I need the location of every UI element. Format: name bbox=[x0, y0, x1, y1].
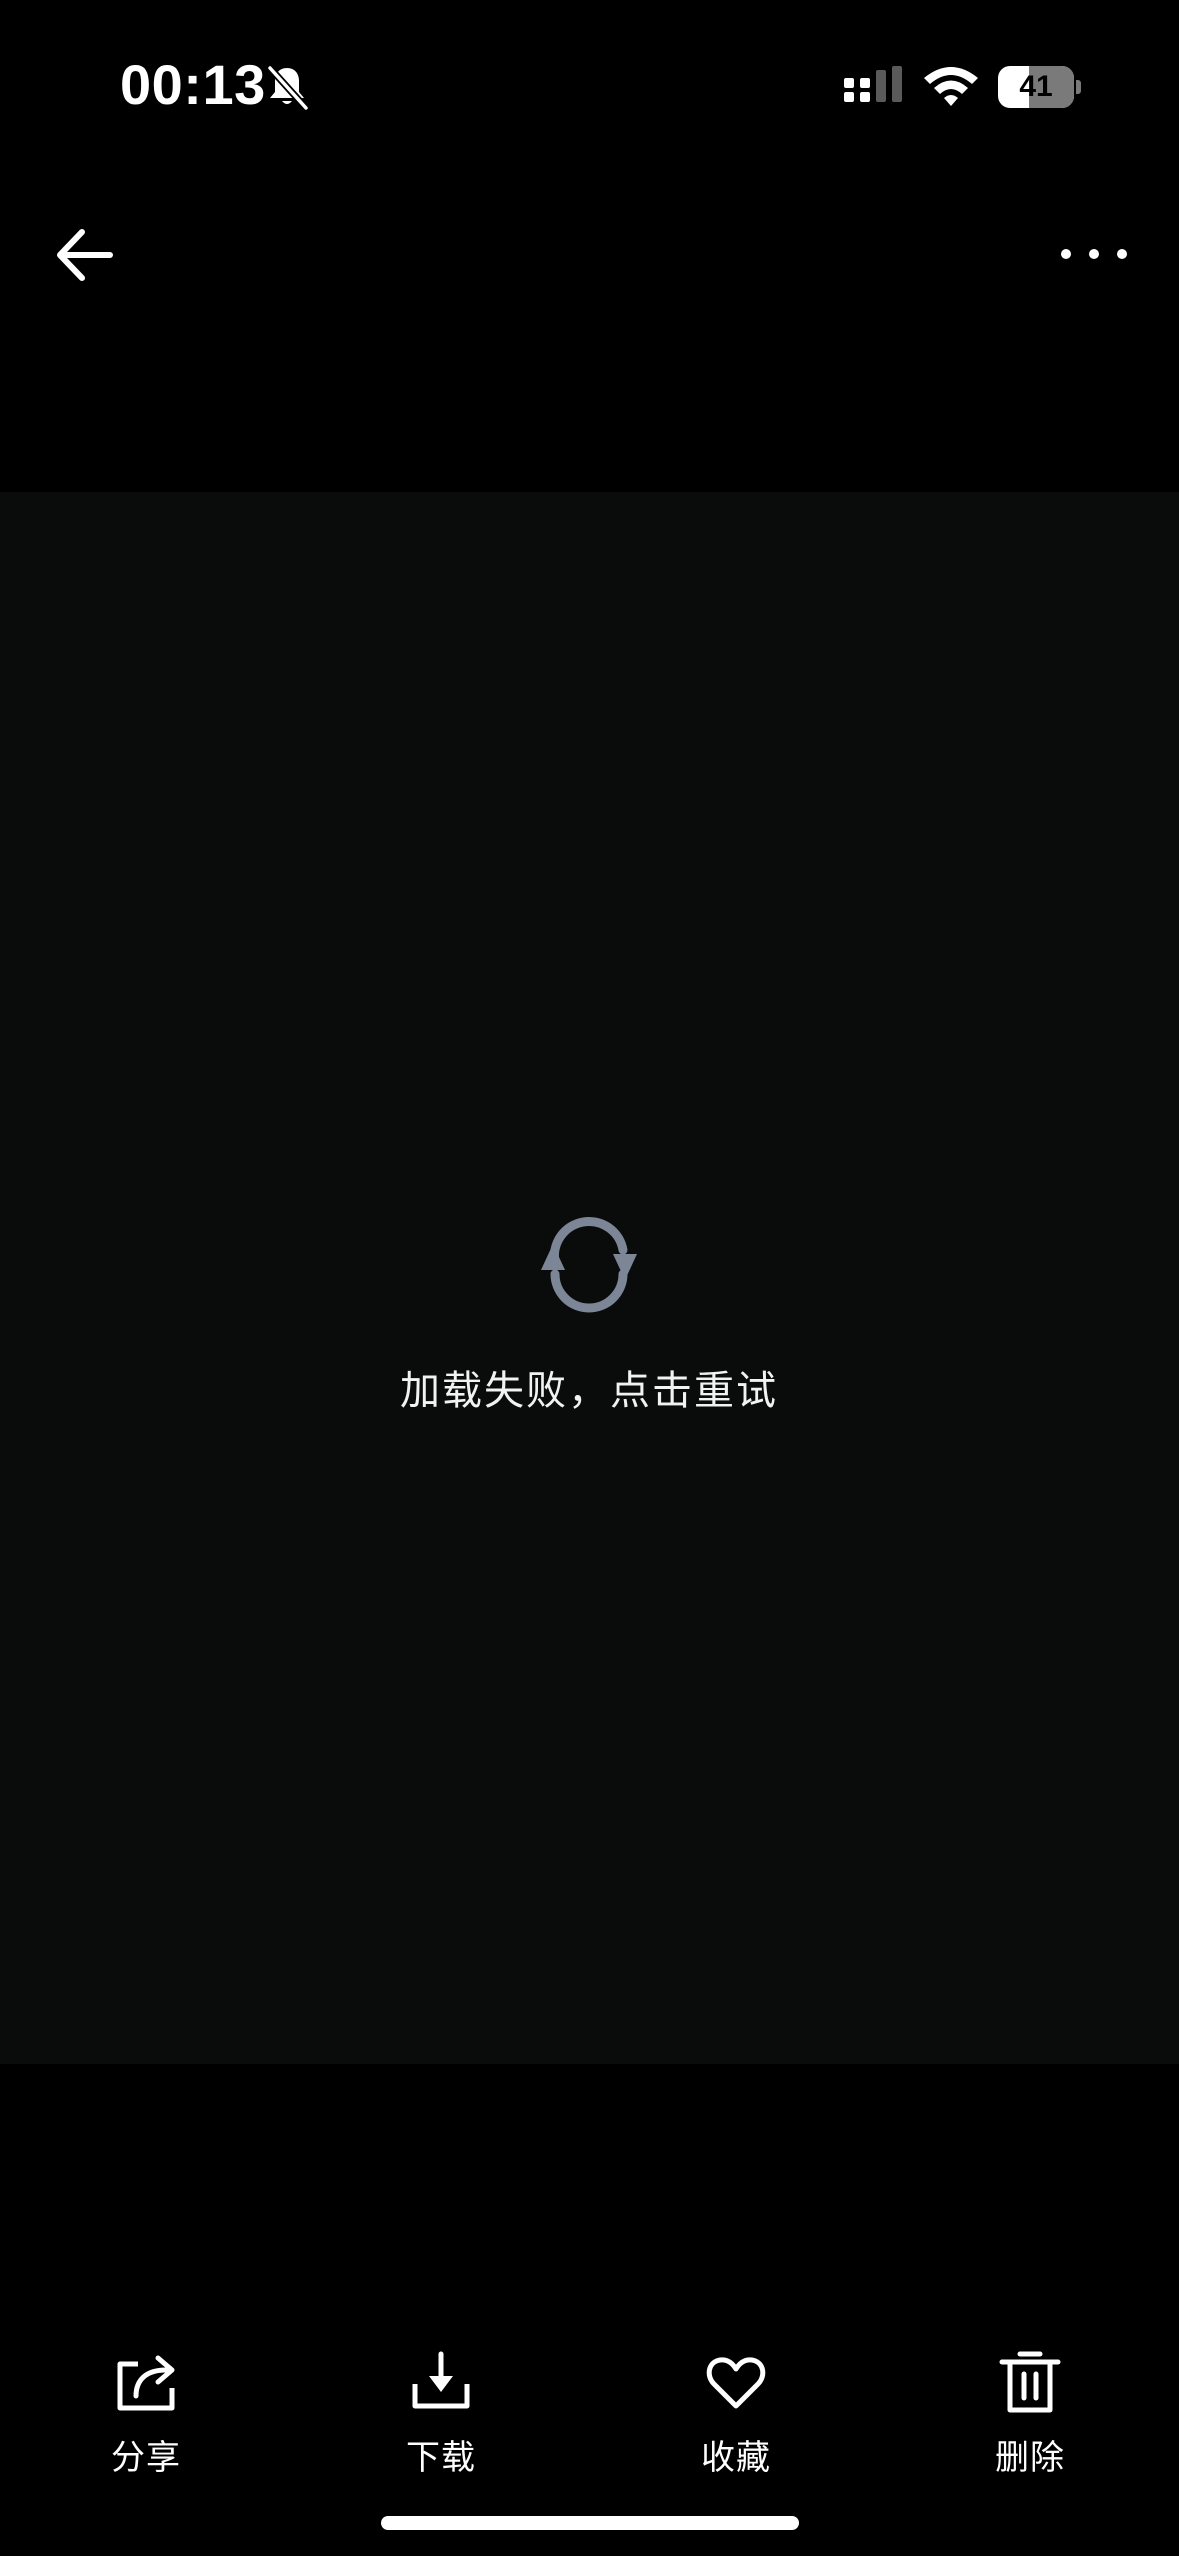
retry-load-button[interactable]: 加载失败，点击重试 bbox=[339, 1210, 839, 1470]
delete-label: 删除 bbox=[995, 2438, 1065, 2478]
refresh-icon bbox=[541, 1216, 637, 1313]
wifi-icon bbox=[924, 67, 978, 106]
download-button[interactable]: 下载 bbox=[351, 2330, 531, 2490]
status-time: 00:13 bbox=[120, 53, 266, 116]
bottom-toolbar: 分享 下载 收藏 删除 bbox=[0, 2330, 1179, 2490]
trash-icon bbox=[999, 2351, 1061, 2413]
back-button[interactable] bbox=[50, 220, 120, 290]
more-dots-icon bbox=[1061, 249, 1127, 259]
share-icon bbox=[117, 2355, 175, 2411]
battery-percent: 41 bbox=[1019, 70, 1053, 103]
share-label: 分享 bbox=[111, 2438, 181, 2478]
battery-indicator: 41 bbox=[998, 66, 1082, 108]
delete-button[interactable]: 删除 bbox=[940, 2330, 1120, 2490]
heart-icon bbox=[706, 2357, 766, 2409]
battery-body: 41 bbox=[998, 66, 1074, 108]
more-options-button[interactable] bbox=[1056, 222, 1132, 286]
home-indicator bbox=[381, 2516, 799, 2530]
battery-cap bbox=[1076, 80, 1081, 94]
status-bar: 00:13 41 bbox=[0, 0, 1179, 170]
bell-muted-icon bbox=[267, 65, 309, 111]
retry-message: 加载失败，点击重试 bbox=[400, 1368, 778, 1414]
favorite-label: 收藏 bbox=[701, 2438, 771, 2478]
favorite-button[interactable]: 收藏 bbox=[646, 2330, 826, 2490]
arrow-left-icon bbox=[57, 229, 113, 281]
cellular-signal-icon bbox=[844, 66, 902, 102]
share-button[interactable]: 分享 bbox=[56, 2330, 236, 2490]
media-content-area: 加载失败，点击重试 bbox=[0, 492, 1179, 2064]
download-label: 下载 bbox=[406, 2438, 476, 2478]
download-icon bbox=[412, 2351, 470, 2409]
